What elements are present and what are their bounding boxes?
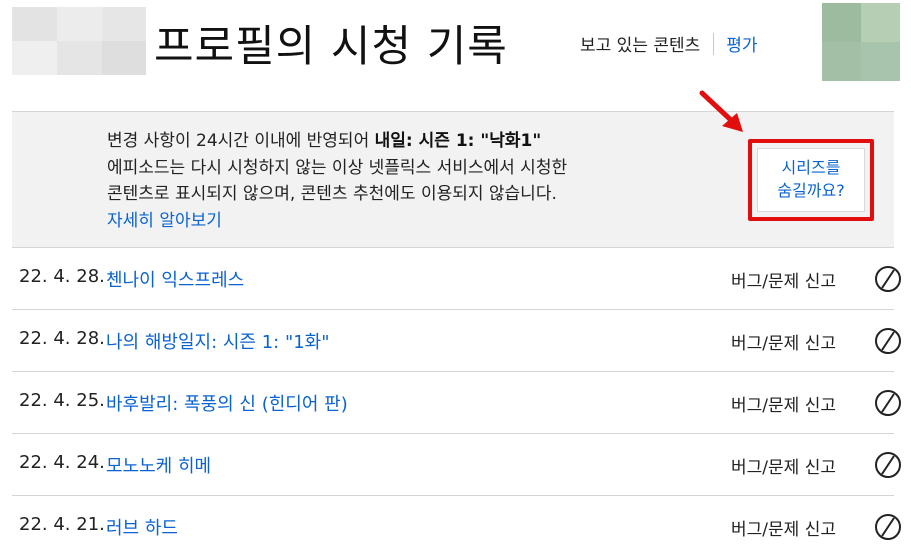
- learn-more-link[interactable]: 자세히 알아보기: [107, 208, 717, 235]
- circle-slash-icon[interactable]: [874, 327, 902, 355]
- nav-viewing-activity[interactable]: 보고 있는 콘텐츠: [580, 31, 700, 56]
- report-problem-link[interactable]: 버그/문제 신고: [731, 453, 836, 478]
- notice-line-3: 콘텐츠로 표시되지 않으며, 콘텐츠 추천에도 이용되지 않습니다.: [107, 184, 557, 204]
- row-date: 22. 4. 24.: [19, 452, 105, 473]
- notice-banner: 변경 사항이 24시간 이내에 반영되어 내일: 시즌 1: "낙화1" 에피소…: [12, 111, 894, 248]
- nav-ratings-link[interactable]: 평가: [726, 31, 757, 56]
- report-problem-link[interactable]: 버그/문제 신고: [731, 267, 836, 292]
- nav-divider: [713, 32, 715, 55]
- history-row: 22. 4. 28. 첸나이 익스프레스 버그/문제 신고: [12, 248, 901, 310]
- profile-image-left: [12, 7, 146, 75]
- circle-slash-icon[interactable]: [874, 389, 902, 417]
- notice-line-1: 변경 사항이 24시간 이내에 반영되어 내일: 시즌 1: "낙화1": [107, 128, 717, 155]
- row-title-link[interactable]: 러브 하드: [106, 514, 178, 540]
- row-date: 22. 4. 28.: [19, 266, 105, 287]
- row-title-link[interactable]: 나의 해방일지: 시즌 1: "1화": [106, 328, 330, 354]
- profile-image-right: [822, 3, 900, 81]
- row-title-link[interactable]: 바후발리: 폭풍의 신 (힌디어 판): [106, 390, 348, 416]
- notice-prefix: 변경 사항이 24시간 이내에 반영되어: [107, 131, 375, 151]
- row-date: 22. 4. 21.: [19, 514, 105, 535]
- hide-series-label-2: 숨길까요?: [777, 181, 845, 200]
- history-row: 22. 4. 24. 모노노케 히메 버그/문제 신고: [12, 434, 901, 496]
- hide-series-button[interactable]: 시리즈를 숨길까요?: [757, 148, 865, 212]
- history-row: 22. 4. 21. 러브 하드 버그/문제 신고: [12, 496, 901, 552]
- notice-text: 변경 사항이 24시간 이내에 반영되어 내일: 시즌 1: "낙화1" 에피소…: [107, 128, 717, 234]
- page-title: 프로필의 시청 기록: [154, 22, 508, 72]
- header-nav: 보고 있는 콘텐츠 평가: [580, 31, 758, 56]
- highlight-box: 시리즈를 숨길까요?: [748, 139, 874, 221]
- notice-line-2: 에피소드는 다시 시청하지 않는 이상 넷플릭스 서비스에서 시청한: [107, 157, 568, 178]
- history-row: 22. 4. 28. 나의 해방일지: 시즌 1: "1화" 버그/문제 신고: [12, 310, 901, 372]
- report-problem-link[interactable]: 버그/문제 신고: [731, 515, 836, 540]
- row-date: 22. 4. 28.: [19, 328, 105, 349]
- circle-slash-icon[interactable]: [874, 265, 902, 293]
- report-problem-link[interactable]: 버그/문제 신고: [731, 391, 836, 416]
- circle-slash-icon[interactable]: [874, 451, 902, 479]
- history-row: 22. 4. 25. 바후발리: 폭풍의 신 (힌디어 판) 버그/문제 신고: [12, 372, 901, 434]
- row-title-link[interactable]: 첸나이 익스프레스: [106, 266, 244, 292]
- report-problem-link[interactable]: 버그/문제 신고: [731, 329, 836, 354]
- hide-series-label-1: 시리즈를: [781, 158, 841, 177]
- viewing-history-list: 22. 4. 28. 첸나이 익스프레스 버그/문제 신고 22. 4. 28.…: [12, 248, 901, 552]
- notice-episode-name: 내일: 시즌 1: "낙화1": [374, 131, 542, 151]
- row-title-link[interactable]: 모노노케 히메: [106, 452, 211, 478]
- circle-slash-icon[interactable]: [874, 513, 902, 541]
- row-date: 22. 4. 25.: [19, 390, 105, 411]
- red-arrow-icon: [699, 90, 743, 132]
